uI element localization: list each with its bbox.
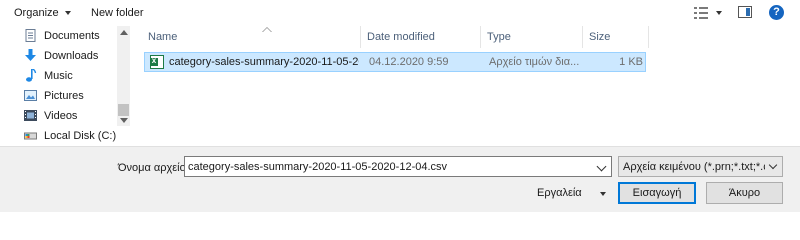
nav-item-label: Videos: [44, 110, 78, 122]
column-divider[interactable]: [582, 26, 583, 48]
chevron-down-icon[interactable]: [596, 161, 607, 172]
documents-icon: [25, 29, 36, 42]
videos-icon: [24, 110, 37, 121]
cancel-button[interactable]: Άκυρο: [706, 182, 783, 204]
tools-chevron-down-icon[interactable]: [600, 192, 606, 196]
tools-button[interactable]: Εργαλεία: [537, 185, 582, 201]
filetype-value: Αρχεία κειμένου (*.prn;*.txt;*.csv): [623, 161, 765, 173]
view-options-chevron-icon[interactable]: [716, 11, 722, 15]
file-date-modified: 04.12.2020 9:59: [369, 56, 449, 68]
scroll-down-icon[interactable]: [120, 118, 128, 123]
open-button[interactable]: Εισαγωγή: [618, 182, 696, 204]
nav-item-label: Pictures: [44, 90, 84, 102]
file-type: Αρχείο τιμών δια...: [489, 56, 580, 68]
help-icon[interactable]: ?: [769, 5, 784, 20]
downloads-icon: [25, 49, 36, 61]
column-divider[interactable]: [648, 26, 649, 48]
chevron-down-icon: [64, 11, 71, 16]
nav-item-label: Downloads: [44, 50, 99, 62]
file-name: category-sales-summary-2020-11-05-202...: [169, 56, 359, 68]
file-open-dialog: Organize New folder ? Documents Download…: [0, 0, 800, 212]
chevron-down-icon: [768, 160, 778, 170]
excel-csv-file-icon: [150, 55, 164, 69]
nav-item-label: Local Disk (C:): [44, 130, 117, 142]
column-header-name[interactable]: Name: [148, 26, 177, 48]
filename-combobox[interactable]: [184, 156, 612, 177]
column-divider[interactable]: [360, 26, 361, 48]
dialog-footer: Όνομα αρχείου: Αρχεία κειμένου (*.prn;*.…: [0, 146, 800, 212]
toolbar: Organize New folder ?: [0, 0, 800, 26]
column-header-size[interactable]: Size: [589, 26, 610, 48]
file-row-selected[interactable]: category-sales-summary-2020-11-05-202...…: [144, 52, 646, 72]
preview-pane-icon[interactable]: [738, 6, 752, 18]
filename-input[interactable]: [188, 159, 584, 174]
local-disk-icon: [24, 132, 37, 140]
column-header-date[interactable]: Date modified: [367, 26, 435, 48]
file-size: 1 KB: [619, 56, 643, 68]
file-list: Name Date modified Type Size category-sa…: [140, 26, 800, 146]
column-header-type[interactable]: Type: [487, 26, 511, 48]
filetype-select[interactable]: Αρχεία κειμένου (*.prn;*.txt;*.csv): [618, 156, 783, 177]
scroll-up-icon[interactable]: [120, 30, 128, 35]
organize-label: Organize: [14, 7, 59, 19]
music-icon: [26, 69, 37, 82]
navigation-pane: Documents Downloads Music Pictures Video…: [0, 26, 132, 146]
nav-item-label: Documents: [44, 30, 100, 42]
nav-item-label: Music: [44, 70, 73, 82]
new-folder-button[interactable]: New folder: [91, 5, 144, 21]
pictures-icon: [24, 90, 37, 101]
column-divider[interactable]: [480, 26, 481, 48]
organize-button[interactable]: Organize: [14, 5, 71, 21]
sort-ascending-icon: [262, 27, 272, 32]
scroll-thumb[interactable]: [118, 104, 129, 116]
nav-scrollbar[interactable]: [117, 26, 130, 126]
details-view-icon[interactable]: [694, 7, 708, 19]
